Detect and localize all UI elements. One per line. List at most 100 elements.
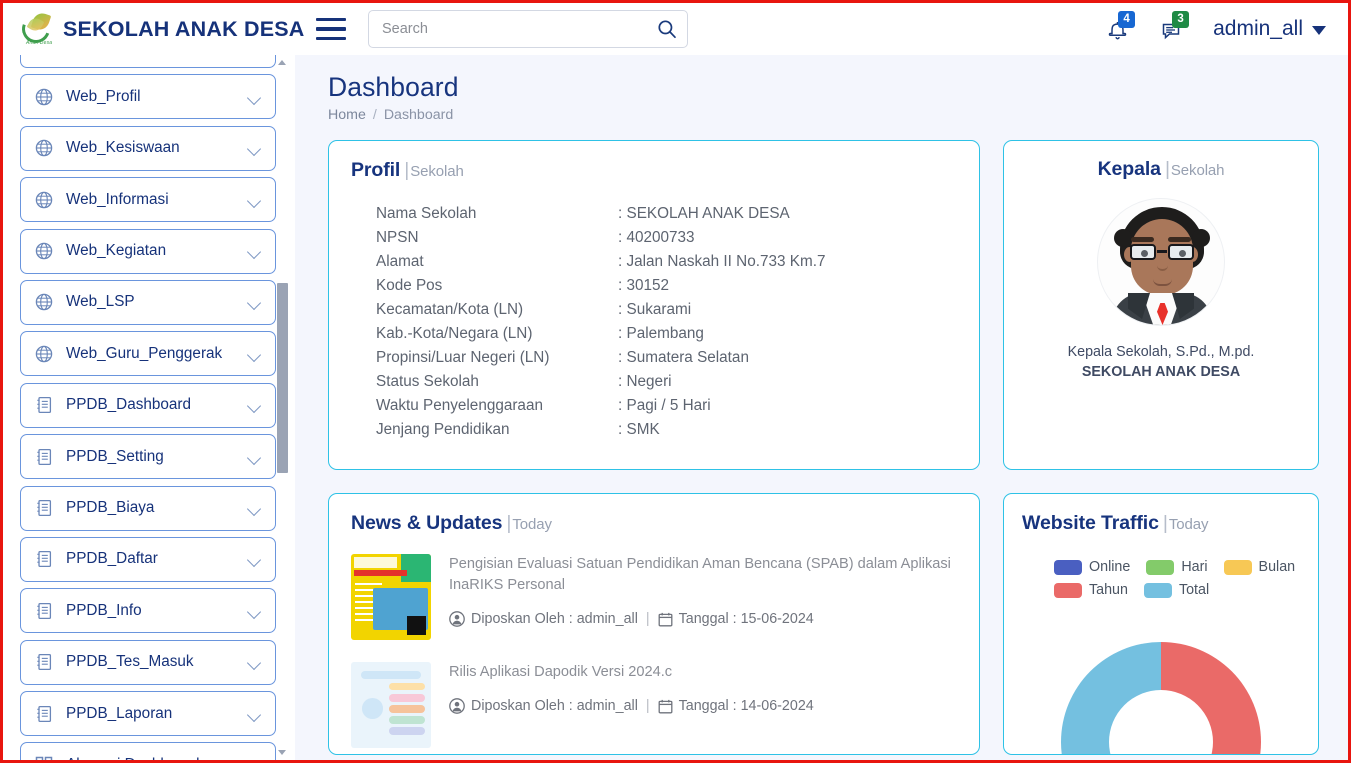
profil-title-sub: Sekolah [410, 163, 464, 180]
chart-legend: Online Hari Bulan Tahun Total [1022, 559, 1300, 598]
legend-item-total[interactable]: Total [1143, 582, 1210, 598]
sidebar-item-web-kesiswaan[interactable]: Web_Kesiswaan [20, 125, 276, 171]
kepala-school: SEKOLAH ANAK DESA [1081, 364, 1241, 380]
brand-title: SEKOLAH ANAK DESA [63, 16, 305, 41]
scrollbar-thumb[interactable] [277, 283, 288, 473]
profil-row: NPSN : 40200733 [376, 226, 957, 250]
sidebar-scrollbar[interactable] [276, 55, 289, 760]
sidebar-item-ppdb-tes-masuk[interactable]: PPDB_Tes_Masuk [20, 639, 276, 685]
profil-title-main: Profil [351, 159, 401, 181]
avatar [1097, 198, 1225, 326]
sidebar-item-ppdb-info[interactable]: PPDB_Info [20, 588, 276, 634]
legend-swatch [1223, 559, 1252, 575]
legend-item-bulan[interactable]: Bulan [1223, 559, 1295, 575]
legend-swatch [1054, 582, 1082, 598]
chevron-down-icon [248, 453, 261, 461]
traffic-card-title: Website Traffic |Today [1022, 512, 1300, 535]
news-list: Pengisian Evaluasi Satuan Pendidikan Ama… [351, 554, 957, 748]
news-card: News & Updates |Today Pengisian Evaluasi … [328, 493, 980, 755]
messages-button[interactable]: 3 [1159, 11, 1190, 44]
sidebar-item-ppdb-biaya[interactable]: PPDB_Biaya [20, 485, 276, 531]
legend-item-tahun[interactable]: Tahun [1054, 582, 1128, 598]
news-date: Tanggal : 14-06-2024 [678, 698, 814, 714]
kepala-title-sub: Sekolah [1170, 162, 1225, 179]
news-card-title: News & Updates |Today [351, 512, 957, 535]
profil-key: Alamat [376, 253, 424, 270]
legend-label: Online [1089, 559, 1131, 575]
search-input[interactable] [368, 10, 688, 48]
profil-value: : 30152 [618, 277, 670, 294]
user-circle-icon [449, 698, 465, 714]
sidebar-item-label: Web_Profil [66, 87, 141, 105]
profil-value: : SMK [618, 421, 660, 438]
app-header: Anak Desa SEKOLAH ANAK DESA 4 [3, 3, 1348, 55]
traffic-title-separator: | [1162, 512, 1168, 534]
legend-item-hari[interactable]: Hari [1146, 559, 1208, 575]
profil-row: Propinsi/Luar Negeri (LN) : Sumatera Sel… [376, 346, 957, 370]
scroll-down-arrow-icon[interactable] [278, 748, 287, 757]
chevron-down-icon [248, 298, 261, 306]
search-icon[interactable] [656, 18, 678, 40]
scroll-up-arrow-icon[interactable] [278, 58, 287, 67]
search-box[interactable] [368, 10, 688, 48]
sidebar-item-web-informasi[interactable]: Web_Informasi [20, 177, 276, 223]
news-list-item[interactable]: Rilis Aplikasi Dapodik Versi 2024.c Dipo… [351, 662, 957, 748]
profil-value: : Sukarami [618, 301, 692, 318]
sidebar-item-web-kegiatan[interactable]: Web_Kegiatan [20, 228, 276, 274]
user-menu[interactable]: admin_all [1213, 17, 1326, 41]
sidebar-item-ppdb-laporan[interactable]: PPDB_Laporan [20, 691, 276, 737]
sidebar-item-label: PPDB_Daftar [66, 550, 158, 568]
sidebar-item-web-guru-penggerak[interactable]: Web_Guru_Penggerak [20, 331, 276, 377]
sidebar-item-label: PPDB_Tes_Masuk [66, 653, 194, 671]
kepala-title-separator: | [1164, 158, 1170, 180]
notebook-icon [34, 601, 54, 621]
chevron-down-icon [248, 350, 261, 358]
right-column: Kepala |Sekolah Kepala Sekolah, S.Pd., M… [1003, 140, 1319, 755]
profil-key: Kab.-Kota/Negara (LN) [376, 325, 533, 342]
sidebar-item-web-lsp[interactable]: Web_LSP [20, 279, 276, 325]
globe-icon [34, 190, 54, 210]
user-circle-icon [449, 611, 465, 627]
sidebar-scroll-area: Web_Profil Web_Kesiswaan Web_Informasi W… [3, 55, 292, 760]
sidebar-item-label: PPDB_Setting [66, 447, 164, 465]
news-list-item[interactable]: Pengisian Evaluasi Satuan Pendidikan Ama… [351, 554, 957, 640]
news-headline[interactable]: Rilis Aplikasi Dapodik Versi 2024.c [449, 662, 957, 683]
globe-icon [34, 344, 54, 364]
notebook-icon [34, 395, 54, 415]
brand[interactable]: Anak Desa SEKOLAH ANAK DESA [3, 10, 304, 48]
traffic-title-main: Website Traffic [1022, 512, 1159, 534]
hamburger-icon[interactable] [316, 18, 346, 40]
legend-row: Tahun Total [1054, 582, 1300, 598]
traffic-donut-chart[interactable] [1061, 642, 1261, 754]
news-body: Rilis Aplikasi Dapodik Versi 2024.c Dipo… [449, 662, 957, 748]
profil-value: : Sumatera Selatan [618, 349, 749, 366]
globe-icon [34, 138, 54, 158]
breadcrumb-home[interactable]: Home [328, 107, 366, 123]
chevron-down-icon [248, 555, 261, 563]
profil-row: Nama Sekolah : SEKOLAH ANAK DESA [376, 202, 957, 226]
sidebar-item-ppdb-daftar[interactable]: PPDB_Daftar [20, 536, 276, 582]
legend-swatch [1146, 559, 1175, 575]
sidebar-item-label: PPDB_Info [66, 601, 142, 619]
chevron-down-icon [248, 658, 261, 666]
sidebar-item-absensi-dashboard[interactable]: Absensi Dashboard [20, 742, 276, 760]
profil-key: NPSN [376, 229, 419, 246]
legend-item-online[interactable]: Online [1054, 559, 1130, 575]
poster-thumbnail [351, 554, 431, 640]
sidebar-item-web-profil[interactable]: Web_Profil [20, 74, 276, 120]
profil-row: Status Sekolah : Negeri [376, 370, 957, 394]
sidebar-item-ppdb-dashboard[interactable]: PPDB_Dashboard [20, 382, 276, 428]
sidebar-item-ppdb-setting[interactable]: PPDB_Setting [20, 434, 276, 480]
news-headline[interactable]: Pengisian Evaluasi Satuan Pendidikan Ama… [449, 554, 957, 596]
sidebar-item-above-partial[interactable] [20, 55, 276, 68]
left-column: Profil |Sekolah Nama Sekolah : SEKOLAH AN… [328, 140, 980, 755]
chevron-down-icon [248, 93, 261, 101]
notifications-badge: 4 [1118, 11, 1136, 28]
profil-row: Jenjang Pendidikan : SMK [376, 418, 957, 442]
profil-value: : 40200733 [618, 229, 695, 246]
profil-key: Kecamatan/Kota (LN) [376, 301, 524, 318]
news-author: Diposkan Oleh : admin_all [471, 698, 638, 714]
legend-row: Online Hari Bulan [1054, 559, 1300, 575]
notifications-button[interactable]: 4 [1105, 11, 1136, 44]
legend-label: Total [1178, 582, 1210, 598]
